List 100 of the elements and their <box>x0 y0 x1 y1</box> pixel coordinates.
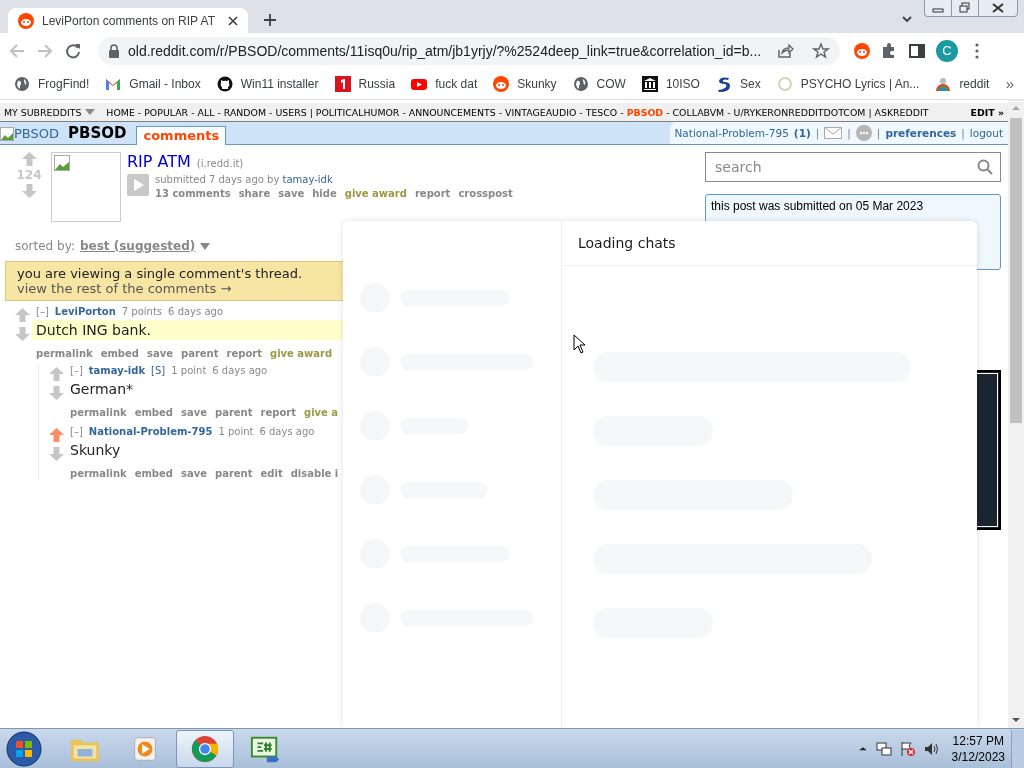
action-link[interactable]: embed <box>134 407 173 418</box>
separator: | <box>815 127 820 139</box>
more-bookmarks-button[interactable]: » <box>1005 75 1014 92</box>
dropdown-caret-icon[interactable] <box>85 109 96 115</box>
author-link[interactable]: LeviPorton <box>54 306 116 317</box>
subreddit-link[interactable]: POPULAR <box>144 106 189 118</box>
upvote-arrow-icon[interactable] <box>49 428 64 442</box>
broken-thumbnail[interactable] <box>51 152 121 222</box>
collapse-toggle[interactable]: [–] <box>70 426 83 437</box>
back-icon[interactable] <box>8 41 26 60</box>
action-link[interactable]: report <box>260 407 296 418</box>
action-link[interactable]: crosspost <box>458 188 513 199</box>
view-all-comments-link[interactable]: view the rest of the comments → <box>17 281 232 296</box>
subreddit-link[interactable]: HOME <box>106 106 135 118</box>
network-icon[interactable] <box>875 740 892 757</box>
logout-link[interactable]: logout <box>969 127 1003 139</box>
author-link[interactable]: tamay-idk <box>88 365 146 376</box>
action-link[interactable]: save <box>181 407 207 418</box>
action-link[interactable]: edit <box>260 468 283 479</box>
preferences-link[interactable]: preferences <box>885 127 957 139</box>
action-link[interactable]: parent <box>215 407 253 418</box>
action-link[interactable]: share <box>238 188 271 199</box>
dropdown-caret-icon[interactable] <box>200 242 211 250</box>
subreddit-link[interactable]: USERS <box>275 106 307 118</box>
bookmark[interactable]: COW <box>572 75 626 92</box>
broken-logo-image[interactable]: PBSOD <box>0 126 60 141</box>
clock-date: 3/12/2023 <box>951 748 1005 765</box>
action-link[interactable]: 13 comments <box>155 188 231 199</box>
bookmark[interactable]: Gmail - Inbox <box>105 75 201 92</box>
post-title[interactable]: RIP ATM <box>127 152 191 171</box>
search-field[interactable]: search <box>705 152 1001 182</box>
my-subreddits-menu[interactable]: MY SUBREDDITS <box>4 106 82 118</box>
bookmark[interactable]: fuck dat <box>411 75 478 92</box>
action-link[interactable]: parent <box>181 348 219 359</box>
chat-icon[interactable] <box>855 125 872 141</box>
subreddit-link[interactable]: ALL <box>197 106 215 118</box>
close-icon[interactable] <box>228 15 238 26</box>
post-domain[interactable]: (i.redd.it) <box>196 158 244 169</box>
flag-error-icon[interactable] <box>899 740 916 757</box>
clock-time: 12:57 PM <box>951 732 1005 749</box>
edit-link[interactable]: EDIT » <box>970 106 1004 118</box>
subreddit-link[interactable]: TESCO <box>585 106 618 118</box>
star-icon[interactable] <box>812 41 830 60</box>
action-link[interactable]: permalink <box>36 348 93 359</box>
bookmark[interactable]: Win11 installer <box>216 75 319 92</box>
subreddit-link[interactable]: VINTAGEAUDIO <box>505 106 577 118</box>
chrome-icon <box>190 734 220 763</box>
action-link[interactable]: save <box>147 348 173 359</box>
bookmark[interactable]: PSYCHO Lyrics | An... <box>776 75 920 92</box>
action-link[interactable]: save <box>181 468 207 479</box>
bookmark[interactable]: 10ISO <box>641 75 700 92</box>
action-link[interactable]: parent <box>215 468 253 479</box>
action-link[interactable]: give award <box>270 348 333 359</box>
building-icon <box>641 75 658 92</box>
scrollbar[interactable] <box>1008 100 1024 728</box>
post-score: 124 <box>16 168 42 182</box>
subreddit-link[interactable]: RANDOM <box>223 106 267 118</box>
subreddit-link[interactable]: POLITICALHUMOR <box>315 106 400 118</box>
new-tab-icon[interactable] <box>262 12 278 28</box>
bookmark[interactable]: Sex <box>715 75 761 92</box>
forward-icon[interactable] <box>36 41 54 60</box>
bookmark[interactable]: FrogFind! <box>14 75 90 92</box>
action-link[interactable]: save <box>278 188 305 199</box>
profile-avatar[interactable]: C <box>936 39 958 62</box>
browser-tab[interactable]: LeviPorton comments on RIP AT <box>8 8 248 33</box>
author-link[interactable]: National-Problem-795 <box>88 426 213 437</box>
address-bar[interactable]: old.reddit.com/r/PBSOD/comments/11isq0u/rip_atm/jb1yrjy/?%2524deep_link=true&correlation_id=b... <box>98 36 840 65</box>
action-link[interactable]: embed <box>134 468 173 479</box>
reload-icon[interactable] <box>64 41 82 60</box>
start-button[interactable] <box>6 730 42 767</box>
action-link[interactable]: report <box>226 348 262 359</box>
action-link[interactable]: disable i <box>290 468 339 479</box>
subreddit-link[interactable]: COLLABVM <box>672 106 725 118</box>
share-icon[interactable] <box>776 41 794 60</box>
action-link[interactable]: embed <box>100 348 139 359</box>
action-link[interactable]: permalink <box>70 407 127 418</box>
subreddit-link[interactable]: U/RYKERONREDDITDOTCOM <box>733 106 866 118</box>
subreddit-link[interactable]: ANNOUNCEMENTS <box>408 106 496 118</box>
collapse-toggle[interactable]: [–] <box>70 365 83 376</box>
alien-icon <box>493 75 510 92</box>
bookmark[interactable]: Russia <box>334 75 396 92</box>
subreddit-link[interactable]: PBSOD <box>626 106 664 118</box>
bookmark[interactable]: reddit <box>935 75 990 92</box>
action-link[interactable]: give a <box>304 407 339 418</box>
subreddit-link[interactable]: ASKREDDIT <box>874 106 929 118</box>
sort-dropdown[interactable]: best (suggested) <box>79 239 196 253</box>
comments-tab[interactable]: comments <box>136 126 227 145</box>
action-link[interactable]: report <box>414 188 451 199</box>
subreddit-name[interactable]: PBSOD <box>68 124 127 142</box>
collapse-toggle[interactable]: [–] <box>36 306 49 317</box>
action-link[interactable]: permalink <box>70 468 127 479</box>
lock-icon[interactable] <box>108 43 120 58</box>
bookmark[interactable]: Skunky <box>493 75 557 92</box>
taskbar-clock[interactable]: 12:57 PM 3/12/2023 <box>951 732 1005 765</box>
search-icon[interactable] <box>977 159 993 175</box>
username-link[interactable]: National-Problem-795 <box>674 127 789 139</box>
taskbar-app[interactable] <box>176 729 234 768</box>
mail-icon[interactable] <box>824 127 843 139</box>
side-panel-icon[interactable] <box>908 41 926 60</box>
action-link[interactable]: hide <box>312 188 337 199</box>
